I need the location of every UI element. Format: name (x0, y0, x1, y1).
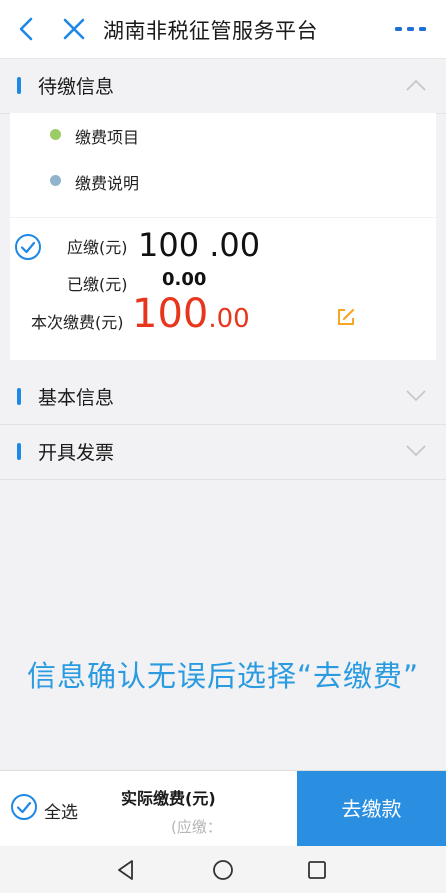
due-amount-sub: (应缴： (171, 818, 222, 836)
square-recents-icon[interactable] (305, 858, 329, 882)
fee-items-card: 缴费项目 缴费说明 (10, 113, 436, 217)
chevron-up-icon (406, 79, 426, 91)
paid-value: 0.00 (162, 269, 207, 290)
section-invoice-header[interactable]: 开具发票 (0, 425, 446, 480)
status-dot (50, 129, 61, 140)
close-icon[interactable] (62, 17, 86, 41)
current-payment-label: 本次缴费(元) (31, 313, 124, 332)
current-payment-integer: 100 (132, 291, 209, 337)
triangle-back-icon[interactable] (114, 858, 138, 882)
chevron-down-icon (406, 445, 426, 457)
section-basic-header[interactable]: 基本信息 (0, 370, 446, 425)
section-marker (17, 443, 21, 460)
system-nav-bar (0, 846, 446, 893)
current-payment-decimal: .00 (208, 304, 250, 334)
confirm-hint: 信息确认无误后选择“去缴费” (26, 659, 420, 693)
section-pending-label: 待缴信息 (38, 76, 115, 98)
payment-footer: 全选 实际缴费(元) (应缴： 去缴款 (0, 770, 446, 846)
section-basic-label: 基本信息 (38, 387, 115, 409)
check-circle-icon (11, 794, 37, 820)
more-dots-icon[interactable] (394, 22, 428, 36)
page-title: 湖南非税征管服务平台 (103, 19, 318, 43)
section-pending-header[interactable]: 待缴信息 (0, 59, 446, 114)
circle-home-icon[interactable] (211, 858, 235, 882)
due-value: 100 .00 (138, 226, 261, 264)
section-invoice-label: 开具发票 (38, 442, 115, 464)
item-label: 缴费说明 (75, 174, 140, 193)
section-marker (17, 77, 21, 94)
due-label: 应缴(元) (67, 238, 128, 257)
item-label: 缴费项目 (75, 128, 140, 147)
edit-icon[interactable] (336, 307, 356, 327)
amount-card: 应缴(元) 100 .00 已缴(元) 0.00 本次缴费(元) 100.00 (10, 218, 436, 360)
actual-payment-label: 实际缴费(元) (121, 789, 216, 808)
paid-label: 已缴(元) (67, 275, 128, 294)
top-bar: 湖南非税征管服务平台 (0, 0, 446, 59)
pay-button[interactable]: 去缴款 (297, 771, 446, 846)
check-circle-icon[interactable] (14, 233, 42, 261)
status-dot (50, 175, 61, 186)
chevron-left-icon[interactable] (14, 16, 40, 42)
select-all-label: 全选 (44, 803, 78, 823)
current-payment-value: 100.00 (132, 294, 250, 334)
section-marker (17, 388, 21, 405)
chevron-down-icon (406, 390, 426, 402)
